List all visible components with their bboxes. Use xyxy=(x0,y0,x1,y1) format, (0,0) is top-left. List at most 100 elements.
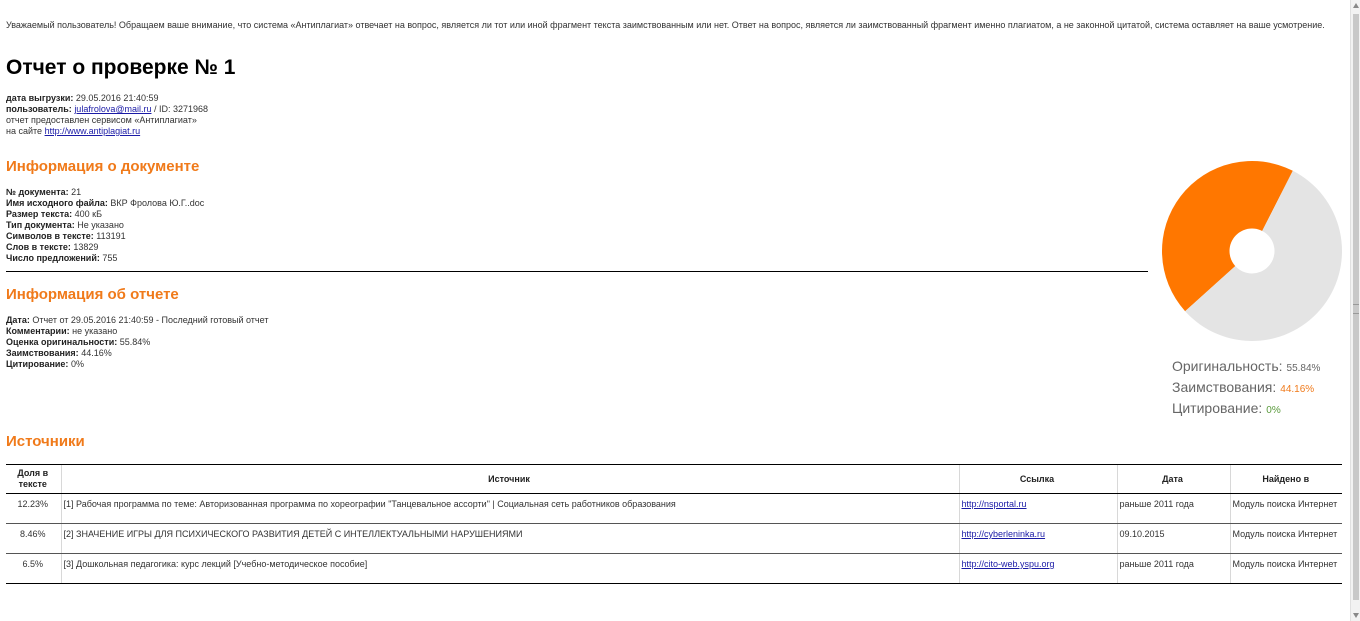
cell-date: раньше 2011 года xyxy=(1115,493,1229,524)
cell-share: 8.46% xyxy=(6,523,60,554)
document-info-row: Тип документа: Не указано xyxy=(6,220,204,231)
user-email-link[interactable]: julafrolova@mail.ru xyxy=(74,104,151,114)
report-info-row: Дата: Отчет от 29.05.2016 21:40:59 - Пос… xyxy=(6,315,268,326)
legend-value: 44.16% xyxy=(1280,384,1315,395)
row-label: Число предложений: xyxy=(6,253,100,263)
upload-date-value: 29.05.2016 21:40:59 xyxy=(75,93,159,103)
row-value: не указано xyxy=(72,326,118,336)
col-found-in: Найдено в xyxy=(1228,464,1342,494)
document-info-row: Размер текста: 400 кБ xyxy=(6,209,204,220)
col-date: Дата xyxy=(1115,464,1229,494)
col-source: Источник xyxy=(59,464,958,494)
row-label: Слов в тексте: xyxy=(6,242,71,252)
report-page: Уважаемый пользователь! Обращаем ваше вн… xyxy=(0,0,1350,621)
scroll-up-arrow-icon[interactable] xyxy=(1353,3,1359,8)
row-label: Цитирование: xyxy=(6,359,69,369)
vertical-scrollbar[interactable] xyxy=(1350,0,1360,621)
table-header-row: Доля в тексте Источник Ссылка Дата Найде… xyxy=(6,464,1342,494)
row-value: ВКР Фролова Ю.Г..doc xyxy=(110,198,205,208)
row-value: 0% xyxy=(70,359,84,369)
row-label: Тип документа: xyxy=(6,220,75,230)
cell-link: http://nsportal.ru xyxy=(957,493,1116,524)
source-link[interactable]: http://nsportal.ru xyxy=(962,499,1027,509)
col-share: Доля в тексте xyxy=(6,464,60,494)
notice-text: Уважаемый пользователь! Обращаем ваше вн… xyxy=(6,20,1325,30)
cell-source: [2] ЗНАЧЕНИЕ ИГРЫ ДЛЯ ПСИХИЧЕСКОГО РАЗВИ… xyxy=(59,523,958,554)
report-info-row: Цитирование: 0% xyxy=(6,359,268,370)
legend-citation: Цитирование: 0% xyxy=(1172,399,1320,420)
row-label: Имя исходного файла: xyxy=(6,198,108,208)
source-link[interactable]: http://cyberleninka.ru xyxy=(962,529,1046,539)
source-link[interactable]: http://cito-web.yspu.org xyxy=(962,559,1055,569)
row-label: Символов в тексте: xyxy=(6,231,94,241)
document-info-row: Символов в тексте: 113191 xyxy=(6,231,204,242)
table-row: 8.46% [2] ЗНАЧЕНИЕ ИГРЫ ДЛЯ ПСИХИЧЕСКОГО… xyxy=(6,523,1342,554)
legend-label: Оригинальность: xyxy=(1172,358,1283,374)
cell-found-in: Модуль поиска Интернет xyxy=(1228,553,1342,584)
cell-date: раньше 2011 года xyxy=(1115,553,1229,584)
legend-value: 0% xyxy=(1266,405,1281,416)
originality-pie-chart xyxy=(1162,160,1343,341)
section-divider xyxy=(6,271,1148,272)
document-info-row: Число предложений: 755 xyxy=(6,253,204,264)
document-info-row: № документа: 21 xyxy=(6,187,204,198)
cell-date: 09.10.2015 xyxy=(1115,523,1229,554)
cell-link: http://cyberleninka.ru xyxy=(957,523,1116,554)
legend-label: Заимствования: xyxy=(1172,379,1277,395)
cell-source: [3] Дошкольная педагогика: курс лекций [… xyxy=(59,553,958,584)
document-info-list: № документа: 21 Имя исходного файла: ВКР… xyxy=(6,187,204,264)
cell-source: [1] Рабочая программа по теме: Авторизов… xyxy=(59,493,958,524)
upload-date-row: дата выгрузки: 29.05.2016 21:40:59 xyxy=(6,93,208,104)
cell-share: 6.5% xyxy=(6,553,60,584)
report-info-list: Дата: Отчет от 29.05.2016 21:40:59 - Пос… xyxy=(6,315,268,370)
report-info-row: Заимствования: 44.16% xyxy=(6,348,268,359)
document-info-heading: Информация о документе xyxy=(6,158,200,175)
row-value: 21 xyxy=(71,187,82,197)
row-label: Комментарии: xyxy=(6,326,70,336)
site-link[interactable]: http://www.antiplagiat.ru xyxy=(45,126,141,136)
table-row: 12.23% [1] Рабочая программа по теме: Ав… xyxy=(6,493,1342,524)
user-label: пользователь: xyxy=(6,104,72,114)
row-value: 755 xyxy=(102,253,118,263)
col-link: Ссылка xyxy=(957,464,1116,494)
row-label: Заимствования: xyxy=(6,348,79,358)
document-info-row: Имя исходного файла: ВКР Фролова Ю.Г..do… xyxy=(6,198,204,209)
row-label: Оценка оригинальности: xyxy=(6,337,118,347)
cell-share: 12.23% xyxy=(6,493,60,524)
pie-center-hole xyxy=(1229,228,1275,274)
legend-label: Цитирование: xyxy=(1172,400,1263,416)
row-value: 400 кБ xyxy=(74,209,103,219)
report-meta: дата выгрузки: 29.05.2016 21:40:59 польз… xyxy=(6,93,208,137)
row-label: № документа: xyxy=(6,187,69,197)
table-row: 6.5% [3] Дошкольная педагогика: курс лек… xyxy=(6,553,1342,584)
report-info-row: Оценка оригинальности: 55.84% xyxy=(6,337,268,348)
site-label: на сайте xyxy=(6,126,43,136)
provided-by-text: отчет предоставлен сервисом «Антиплагиат… xyxy=(6,115,197,125)
scroll-grip-icon xyxy=(1353,304,1359,314)
sources-heading: Источники xyxy=(6,433,85,450)
site-row: на сайте http://www.antiplagiat.ru xyxy=(6,126,208,137)
row-value: 55.84% xyxy=(119,337,151,347)
user-id: / ID: 3271968 xyxy=(154,104,209,114)
row-value: 44.16% xyxy=(81,348,112,358)
page-title: Отчет о проверке № 1 xyxy=(6,56,236,79)
legend-value: 55.84% xyxy=(1286,363,1321,374)
row-value: Не указано xyxy=(77,220,124,230)
scroll-down-arrow-icon[interactable] xyxy=(1353,613,1359,618)
legend-borrowing: Заимствования: 44.16% xyxy=(1172,378,1320,399)
cell-link: http://cito-web.yspu.org xyxy=(957,553,1116,584)
upload-date-label: дата выгрузки: xyxy=(6,93,74,103)
sources-table: Доля в тексте Источник Ссылка Дата Найде… xyxy=(6,464,1342,584)
row-value: 13829 xyxy=(73,242,99,252)
pie-legend: Оригинальность: 55.84% Заимствования: 44.1… xyxy=(1172,357,1320,420)
row-value: 113191 xyxy=(96,231,126,241)
report-info-row: Комментарии: не указано xyxy=(6,326,268,337)
legend-originality: Оригинальность: 55.84% xyxy=(1172,357,1320,378)
row-label: Дата: xyxy=(6,315,30,325)
user-row: пользователь: julafrolova@mail.ru / ID: … xyxy=(6,104,208,115)
report-info-heading: Информация об отчете xyxy=(6,286,179,303)
cell-found-in: Модуль поиска Интернет xyxy=(1228,493,1342,524)
row-value: Отчет от 29.05.2016 21:40:59 - Последний… xyxy=(32,315,269,325)
row-label: Размер текста: xyxy=(6,209,73,219)
cell-found-in: Модуль поиска Интернет xyxy=(1228,523,1342,554)
